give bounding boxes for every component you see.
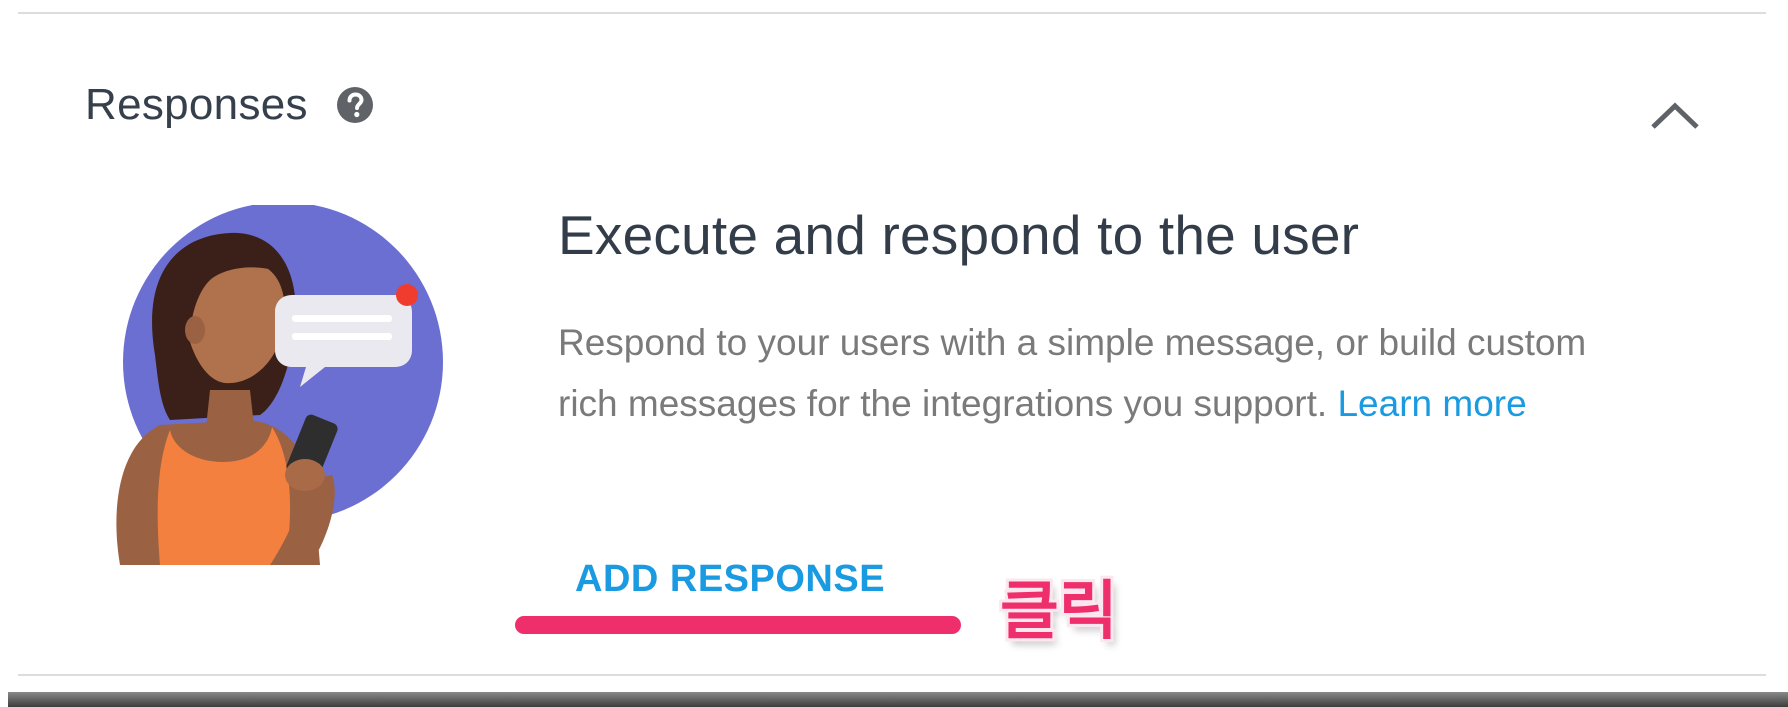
click-annotation-label: 클릭 [1000, 575, 1118, 649]
top-divider [18, 12, 1766, 14]
learn-more-link[interactable]: Learn more [1337, 383, 1526, 424]
section-header: Responses [85, 80, 374, 130]
chevron-up-icon[interactable] [1648, 98, 1702, 132]
intro-description: Respond to your users with a simple mess… [558, 312, 1638, 434]
section-title: Responses [85, 80, 308, 129]
bottom-shadow [8, 692, 1788, 707]
add-response-button[interactable]: ADD RESPONSE [575, 558, 885, 601]
user-with-phone-illustration [100, 202, 480, 565]
highlight-underline [515, 616, 961, 634]
question-mark-circle-icon[interactable] [336, 86, 374, 124]
intro-heading: Execute and respond to the user [558, 204, 1360, 266]
response-intro: Execute and respond to the user Respond … [558, 200, 1698, 434]
bottom-divider [18, 674, 1766, 676]
